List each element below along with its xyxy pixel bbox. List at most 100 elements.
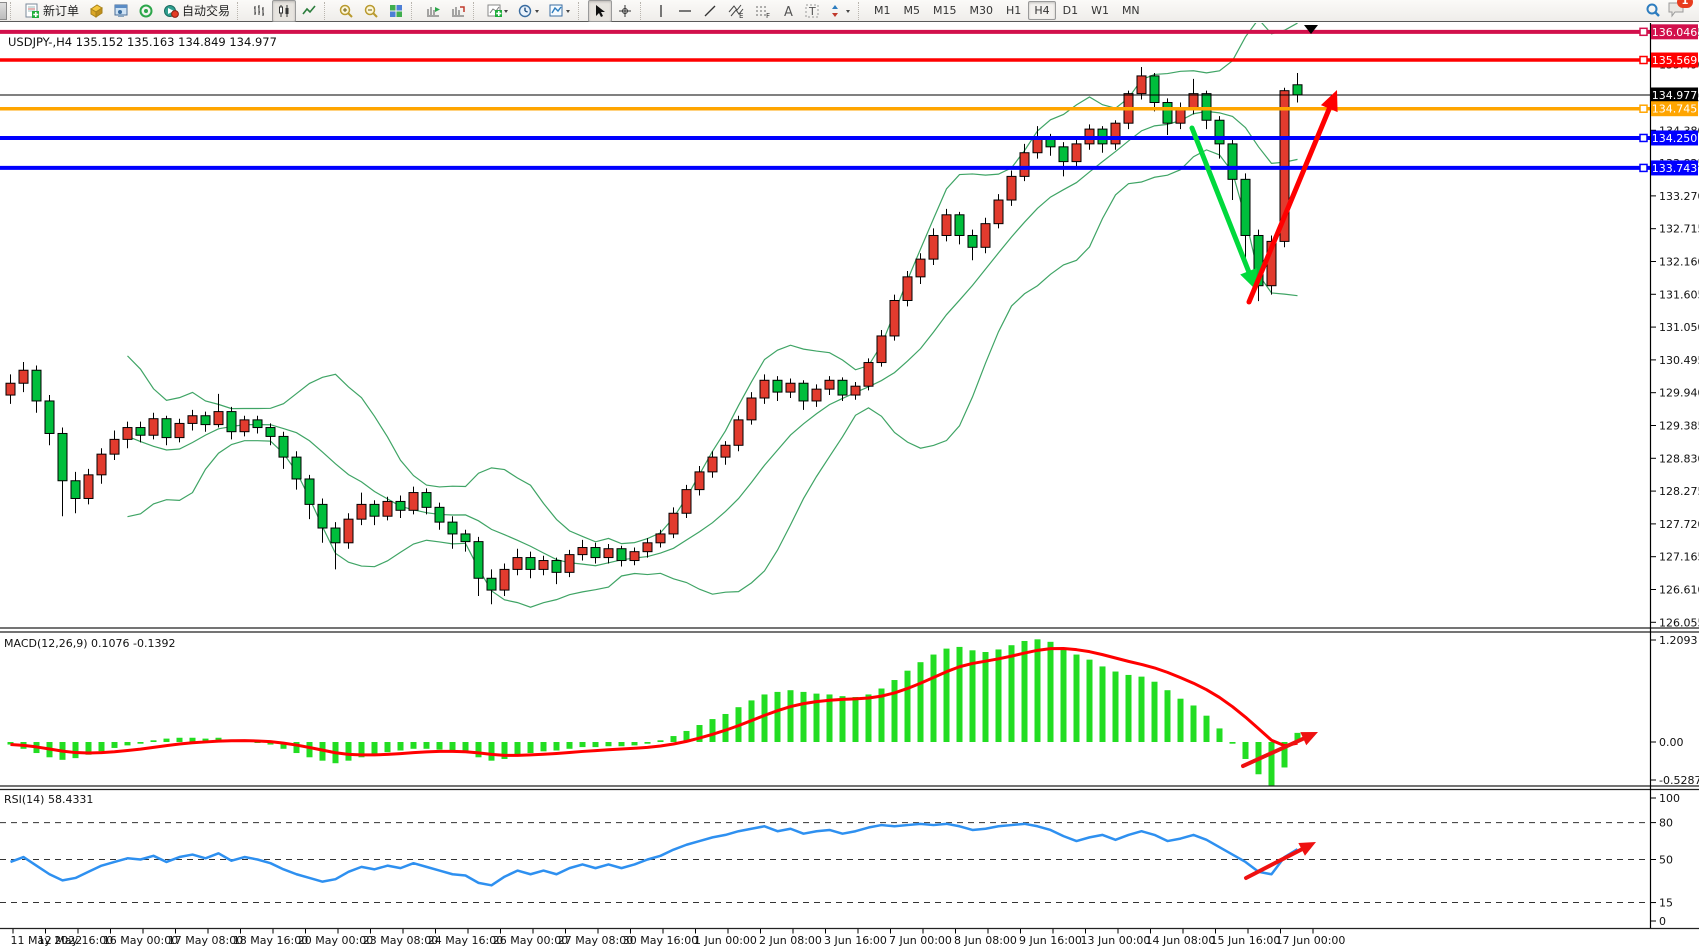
tf-m5[interactable]: M5 bbox=[898, 1, 927, 20]
tf-h1[interactable]: H1 bbox=[1000, 1, 1027, 20]
tf-m15[interactable]: M15 bbox=[927, 1, 963, 20]
cursor-button[interactable] bbox=[588, 0, 612, 22]
fibonacci-button[interactable]: F bbox=[750, 0, 776, 22]
tf-w1[interactable]: W1 bbox=[1085, 1, 1115, 20]
tf-d1[interactable]: D1 bbox=[1057, 1, 1084, 20]
new-order-button[interactable]: 新订单 bbox=[20, 0, 83, 22]
candle bbox=[396, 501, 405, 510]
periods-button[interactable] bbox=[514, 0, 544, 22]
templates-button[interactable] bbox=[545, 0, 575, 22]
toolbar-separator bbox=[324, 2, 331, 20]
candle bbox=[305, 479, 314, 504]
hline-handle[interactable] bbox=[1640, 57, 1647, 64]
price-chart[interactable]: 136.045135.490134.935134.380133.825133.2… bbox=[0, 0, 1699, 949]
rsi-pane bbox=[0, 823, 1650, 903]
candle bbox=[786, 383, 795, 392]
auto-scroll-button[interactable] bbox=[421, 0, 445, 22]
macd-bar bbox=[164, 739, 170, 742]
candle bbox=[123, 428, 132, 440]
price-tick-label: 132.160 bbox=[1659, 255, 1699, 268]
macd-bar bbox=[73, 742, 79, 758]
candlestick-chart-icon bbox=[276, 3, 292, 19]
hline-handle[interactable] bbox=[1640, 134, 1647, 141]
macd-bar bbox=[1126, 675, 1132, 742]
candle bbox=[708, 457, 717, 472]
macd-bar bbox=[138, 742, 144, 744]
vertical-line-button[interactable] bbox=[650, 0, 672, 22]
macd-bar bbox=[996, 649, 1002, 742]
price-tick-label: 133.270 bbox=[1659, 190, 1699, 203]
autotrade-label: 自动交易 bbox=[182, 2, 230, 19]
macd-bar bbox=[411, 742, 417, 749]
rsi-tick-label: 50 bbox=[1659, 854, 1673, 867]
candlestick-chart-button[interactable] bbox=[272, 0, 296, 22]
autotrade-button[interactable]: 自动交易 bbox=[159, 0, 234, 22]
time-label: 30 May 16:00 bbox=[623, 934, 698, 947]
trendline-icon bbox=[702, 3, 718, 19]
candle bbox=[1020, 153, 1029, 177]
svg-text:A: A bbox=[784, 5, 793, 19]
price-badge-label: 135.569 bbox=[1652, 54, 1698, 67]
rsi-line bbox=[11, 824, 1298, 886]
candle bbox=[994, 200, 1003, 224]
annotation-arrow[interactable] bbox=[1243, 732, 1318, 766]
chat-button[interactable]: 1 bbox=[1667, 0, 1687, 22]
candle bbox=[838, 380, 847, 395]
horizontal-line-button[interactable] bbox=[673, 0, 697, 22]
time-label: 9 Jun 16:00 bbox=[1019, 934, 1082, 947]
zoom-out-button[interactable] bbox=[359, 0, 383, 22]
trendline-button[interactable] bbox=[698, 0, 722, 22]
candle bbox=[227, 412, 236, 432]
candle bbox=[1007, 176, 1016, 200]
tf-m1[interactable]: M1 bbox=[868, 1, 897, 20]
zoom-in-button[interactable] bbox=[334, 0, 358, 22]
line-chart-button[interactable] bbox=[297, 0, 321, 22]
macd-bar bbox=[1113, 672, 1119, 742]
candle bbox=[825, 380, 834, 389]
text-label-button[interactable]: T bbox=[800, 0, 824, 22]
candle bbox=[851, 386, 860, 395]
chart-shift-button[interactable] bbox=[446, 0, 470, 22]
tf-mn[interactable]: MN bbox=[1116, 1, 1146, 20]
price-tick-label: 131.050 bbox=[1659, 321, 1699, 334]
tf-h4[interactable]: H4 bbox=[1028, 1, 1055, 20]
market-watch-button[interactable] bbox=[84, 0, 108, 22]
search-button[interactable] bbox=[1640, 0, 1666, 22]
arrows-button[interactable] bbox=[825, 0, 855, 22]
hline-handle[interactable] bbox=[1640, 105, 1647, 112]
macd-bar bbox=[1087, 660, 1093, 742]
macd-bar bbox=[619, 742, 625, 746]
candle bbox=[266, 428, 275, 437]
candle bbox=[84, 475, 93, 499]
macd-bar bbox=[632, 742, 638, 745]
time-axis[interactable]: 11 May 202212 May 16:0016 May 00:0017 Ma… bbox=[11, 929, 1346, 947]
clipped-toolbar-icon[interactable] bbox=[0, 2, 7, 20]
macd-bar bbox=[1009, 645, 1015, 742]
toolbar-separator bbox=[640, 2, 647, 20]
signals-button[interactable] bbox=[134, 0, 158, 22]
candle bbox=[71, 481, 80, 499]
annotation-arrow[interactable] bbox=[1249, 90, 1338, 302]
crosshair-button[interactable] bbox=[613, 0, 637, 22]
macd-bar bbox=[307, 742, 313, 757]
text-a-icon: A bbox=[781, 3, 795, 19]
candle bbox=[175, 423, 184, 437]
zoom-in-icon bbox=[338, 3, 354, 19]
line-chart-icon bbox=[301, 3, 317, 19]
template-icon bbox=[549, 3, 571, 19]
hline-handle[interactable] bbox=[1640, 164, 1647, 171]
macd-bar bbox=[177, 738, 183, 742]
macd-bar bbox=[1269, 742, 1275, 787]
tile-windows-button[interactable] bbox=[384, 0, 408, 22]
navigator-button[interactable] bbox=[109, 0, 133, 22]
hline-handle[interactable] bbox=[1640, 28, 1647, 35]
text-button[interactable]: A bbox=[777, 0, 799, 22]
macd-bar bbox=[567, 742, 573, 749]
tf-m30[interactable]: M30 bbox=[964, 1, 1000, 20]
equidistant-channel-button[interactable]: E bbox=[723, 0, 749, 22]
bar-chart-button[interactable] bbox=[247, 0, 271, 22]
price-axis[interactable]: 136.045135.490134.935134.380133.825133.2… bbox=[1650, 24, 1699, 928]
indicators-button[interactable] bbox=[483, 0, 513, 22]
time-label: 3 Jun 16:00 bbox=[824, 934, 887, 947]
candle bbox=[812, 389, 821, 401]
